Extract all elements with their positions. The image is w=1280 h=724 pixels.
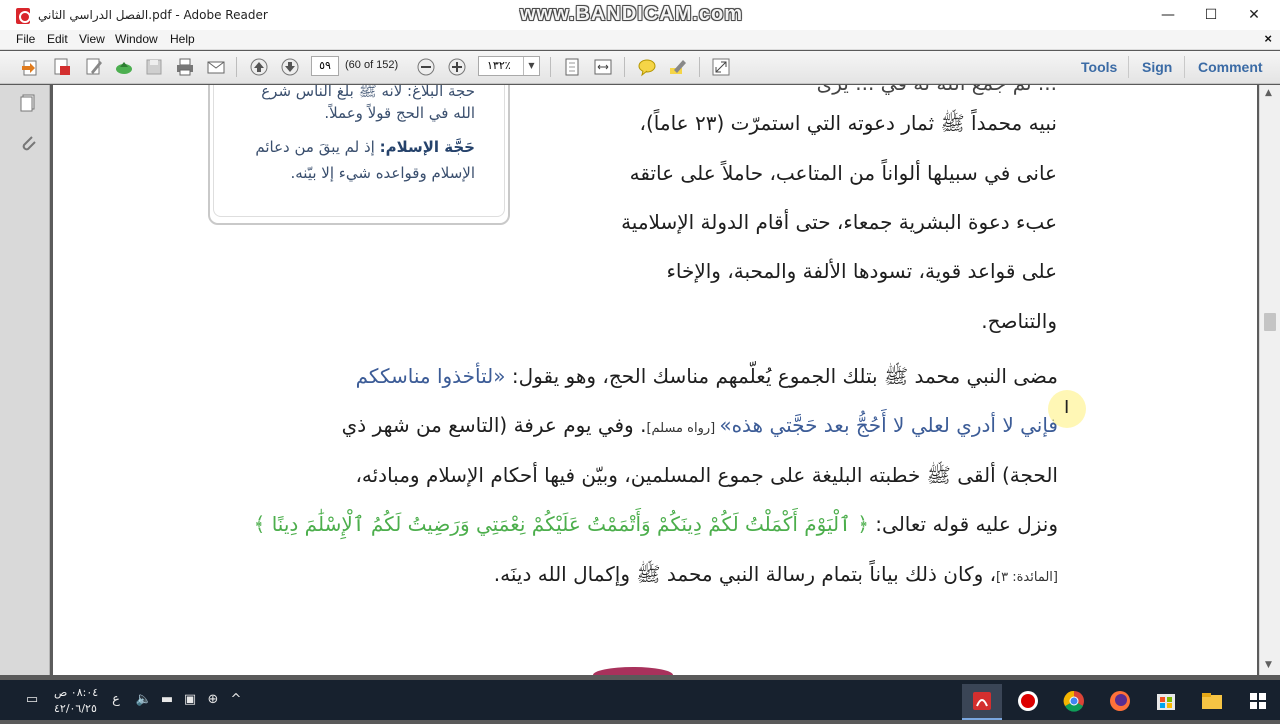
toolbar-separator [699,57,700,77]
taskbar-bandicam[interactable] [1008,684,1048,720]
verse-reference: [المائدة: ٣] [996,570,1058,585]
attachments-icon[interactable] [18,133,38,153]
window-title: الفصل الدراسي الثاني.pdf - Adobe Reader [38,8,268,22]
clock-time[interactable]: ٠٨:٠٤ ص [54,686,98,699]
hadith-quote-continued: فإني لا أدري لعلي لا أَحُجُّ بعد حَجَّتي… [719,413,1058,437]
comment-bubble-icon[interactable] [635,56,659,78]
hadith-reference: [رواه مسلم] [646,421,720,436]
p2-text: . وفي يوم عرفة (التاسع من شهر ذي [341,413,647,437]
box-line-2: الله في الحج قولاً وعملاً. [324,104,475,122]
menu-edit[interactable]: Edit [47,32,68,46]
paragraph-2-line-4: ونزل عليه قوله تعالى: ﴿ ٱلْيَوْمَ أَكْمَ… [198,512,1058,536]
chevron-down-icon[interactable]: ▼ [523,57,539,75]
page-count: (60 of 152) [345,59,399,71]
p2-text: ونزل عليه قوله تعالى: [868,512,1058,536]
p2-text: ، وكان ذلك بياناً بتمام رسالة النبي محمد… [493,562,997,586]
page-decoration [593,667,673,675]
bandicam-watermark: www.BANDICAM.com [520,3,744,25]
battery-icon[interactable]: ▬ [157,690,177,710]
p2-text: مضى النبي محمد ﷺ بتلك الجموع يُعلّمهم من… [505,364,1058,388]
clock-date[interactable]: ٤٢/٠٦/٢٥ [54,702,97,715]
globe-icon[interactable]: ⊕ [203,690,223,710]
open-file-icon[interactable] [19,56,43,78]
zoom-select[interactable]: ١٣٢٪ ▼ [478,56,540,76]
text-cursor-icon: I [1064,397,1070,418]
close-button[interactable]: ✕ [1232,4,1276,26]
keyboard-language[interactable]: ع [106,690,126,710]
print-icon[interactable] [173,56,197,78]
toolbar-separator [550,57,551,77]
paragraph-2-line-1: مضى النبي محمد ﷺ بتلك الجموع يُعلّمهم من… [198,364,1058,393]
document-view[interactable]: حجة البلاغ: لأنه ﷺ بلغ الناس شرع الله في… [51,85,1259,675]
next-page-icon[interactable] [278,56,302,78]
network-icon[interactable]: ▣ [180,690,200,710]
paragraph-1-line-2: عانى في سبيلها ألواناً من المتاعب، حاملا… [629,161,1057,185]
page-number-input[interactable]: ٥٩ [311,56,339,76]
sign-button[interactable]: Sign [1142,59,1172,75]
minimize-button[interactable]: — [1146,4,1190,26]
volume-icon[interactable]: 🔈 [134,690,154,710]
scrollbar-thumb[interactable] [1264,313,1276,331]
zoom-out-icon[interactable] [414,56,438,78]
cloud-upload-icon[interactable] [112,56,136,78]
email-icon[interactable] [204,56,228,78]
box-line-3: حَجَّة الإسلام: إذ لم يبقَ من دعائم [223,135,475,159]
quran-verse: ﴿ ٱلْيَوْمَ أَكْمَلْتُ لَكُمْ دِينَكُمْ … [253,512,869,536]
save-icon[interactable] [142,56,166,78]
taskbar-store[interactable] [1146,684,1186,720]
box-line-4: الإسلام وقواعده شيء إلا بيّنه. [290,164,476,182]
start-button[interactable] [1238,684,1278,720]
box-term: حَجَّة الإسلام: [379,138,475,156]
paragraph-1-line-3: عبء دعوة البشرية جمعاء، حتى أقام الدولة … [621,210,1057,234]
toolbar-separator [624,57,625,77]
paragraph-1-line-0: ... ثم جمع الله له في ... يرى [553,85,1057,95]
menu-window[interactable]: Window [115,32,158,46]
fit-width-icon[interactable] [591,56,615,78]
navigation-pane [0,85,50,675]
paragraph-1-line-1: نبيه محمداً ﷺ ثمار دعوته التي استمرّت (٢… [639,111,1057,135]
menu-file[interactable]: File [16,32,35,46]
comment-button[interactable]: Comment [1198,59,1263,75]
paragraph-2-line-5: [المائدة: ٣]، وكان ذلك بياناً بتمام رسال… [198,562,1058,591]
vertical-scrollbar[interactable]: ▲ ▼ [1259,85,1280,675]
paragraph-1-line-5: والتناصح. [981,309,1057,333]
scroll-up-icon[interactable]: ▲ [1265,88,1272,98]
paragraph-1-line-4: على قواعد قوية، تسودها الألفة والمحبة، و… [666,259,1057,283]
pdf-page: حجة البلاغ: لأنه ﷺ بلغ الناس شرع الله في… [53,85,1257,675]
box-definition: إذ لم يبقَ من دعائم [255,138,380,156]
paragraph-2-line-3: الحجة) ألقى ﷺ خطبته البليغة على جموع الم… [355,463,1058,487]
create-pdf-icon[interactable] [50,56,74,78]
adobe-reader-icon [16,8,31,24]
fit-page-icon[interactable] [560,56,584,78]
toolbar-separator [1184,56,1185,78]
title-bar: الفصل الدراسي الثاني.pdf - Adobe Reader … [0,0,1280,30]
menu-view[interactable]: View [79,32,105,46]
menu-bar: File Edit View Window Help × [0,30,1280,50]
toolbar-separator [1128,56,1129,78]
taskbar-firefox[interactable] [1100,684,1140,720]
highlight-pen-icon[interactable] [666,56,690,78]
page-thumbnails-icon[interactable] [18,93,38,113]
fullscreen-icon[interactable] [709,56,733,78]
hadith-quote: «لتأخذوا مناسككم [355,364,506,388]
tools-button[interactable]: Tools [1081,59,1117,75]
menu-help[interactable]: Help [170,32,195,46]
taskbar-adobe-reader[interactable] [962,684,1002,720]
toolbar-separator [236,57,237,77]
show-hidden-icons-icon[interactable]: ^ [226,690,246,710]
notification-icon[interactable]: ▭ [22,690,42,710]
previous-page-icon[interactable] [247,56,271,78]
edit-pdf-icon[interactable] [82,56,106,78]
taskbar-chrome[interactable] [1054,684,1094,720]
document-close-button[interactable]: × [1264,31,1272,46]
scroll-down-icon[interactable]: ▼ [1265,660,1272,670]
taskbar-file-explorer[interactable] [1192,684,1232,720]
maximize-button[interactable]: ☐ [1189,4,1233,26]
zoom-in-icon[interactable] [445,56,469,78]
zoom-value: ١٣٢٪ [487,59,511,72]
paragraph-2-line-2: فإني لا أدري لعلي لا أَحُجُّ بعد حَجَّتي… [198,413,1058,437]
